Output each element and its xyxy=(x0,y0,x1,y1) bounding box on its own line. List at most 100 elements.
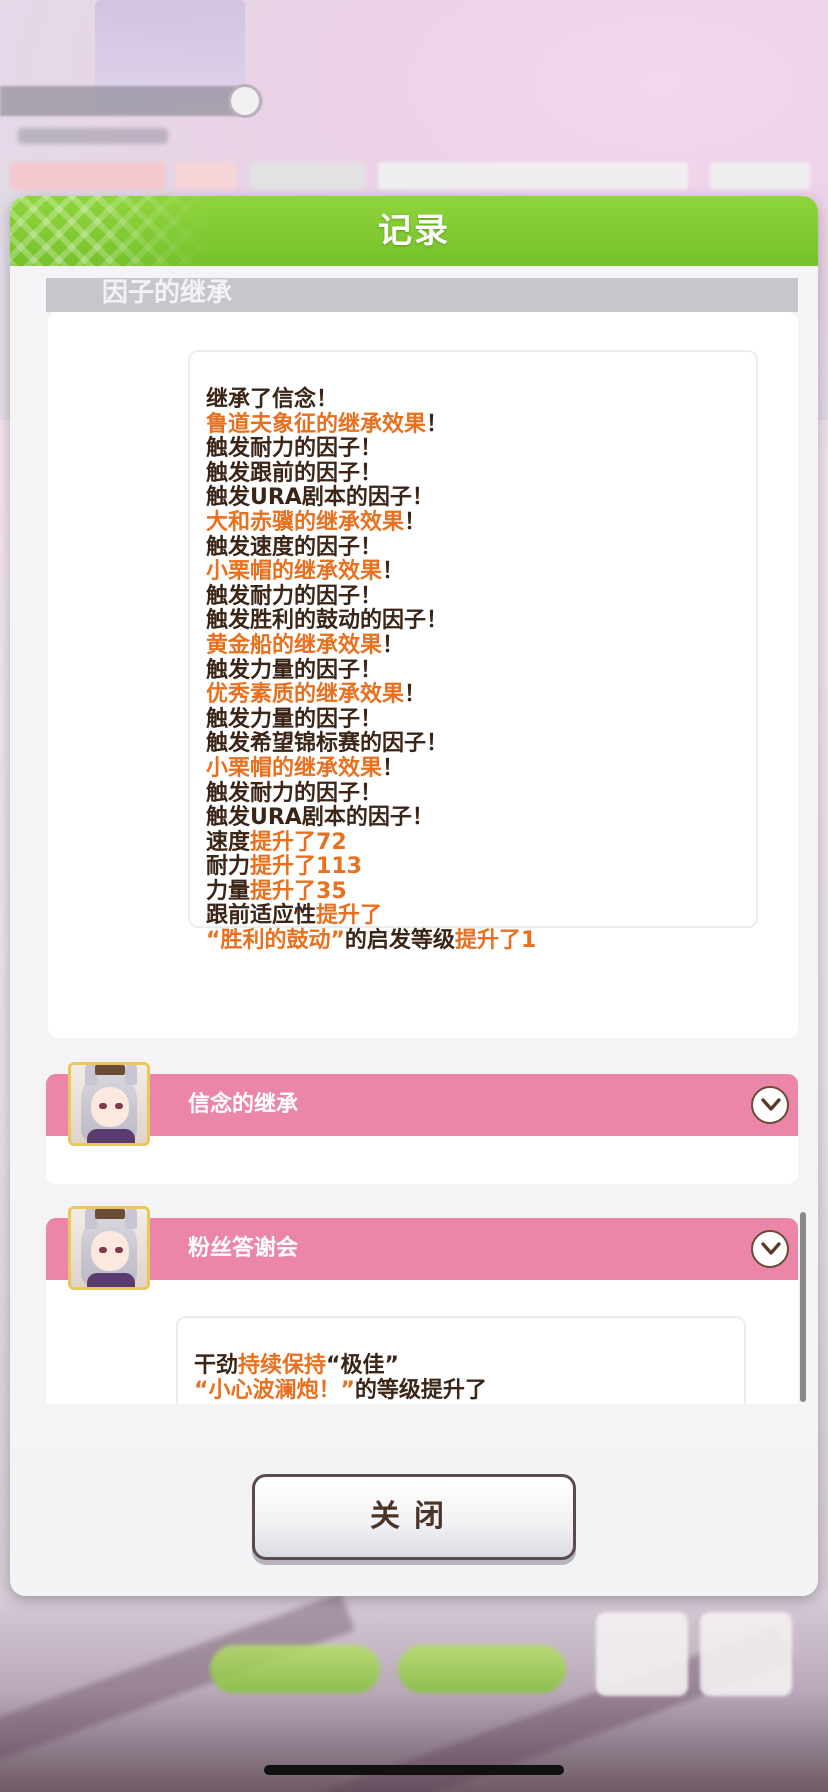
background-green-button xyxy=(398,1645,566,1693)
log-text: 触发耐力的因子！ xyxy=(206,583,383,609)
log-highlight-text: “小心波澜炮！” xyxy=(194,1377,355,1403)
close-button-label: 关闭 xyxy=(370,1499,458,1534)
log-text: ！ xyxy=(382,632,405,658)
section-header: 因子的继承 xyxy=(46,278,798,312)
log-text: 触发胜利的鼓动的因子！ xyxy=(206,608,449,634)
log-highlight-text: 优秀素质的继承效果 xyxy=(206,682,405,708)
character-avatar xyxy=(68,1206,150,1290)
log-highlight-text: 提升了1 xyxy=(454,928,537,954)
log-line: 触发耐力的因子！ xyxy=(206,780,536,807)
log-text: 触发希望锦标赛的因子！ xyxy=(206,731,449,757)
inheritance-log-box: 继承了信念！ 鲁道夫象征的继承效果！ 触发耐力的因子！ 触发跟前的因子！ 触发URA剧本… xyxy=(188,350,758,953)
background-chip xyxy=(250,162,365,190)
log-highlight-text: 大和赤骥的继承效果 xyxy=(206,509,405,535)
log-highlight-text: 提升了 xyxy=(316,903,383,929)
log-line: 触发URA剧本的因子！ xyxy=(206,486,536,511)
background-chip xyxy=(10,162,165,190)
log-line: 优秀素质的继承效果！ xyxy=(206,682,536,708)
home-indicator[interactable] xyxy=(264,1765,564,1775)
log-line: “胜利的鼓动”的启发等级提升了1 xyxy=(206,928,537,954)
log-line: 触发力量的因子！ xyxy=(206,706,536,733)
log-text: 触发力量的因子！ xyxy=(206,657,383,683)
log-line: 大和赤骥的继承效果！ xyxy=(206,509,536,536)
background-menu-button xyxy=(700,1612,792,1696)
log-text: 触发耐力的因子！ xyxy=(206,780,383,806)
record-scroll-area[interactable]: 因子的继承 继承了信念！ 鲁道夫象征的继承效果！ 触发耐力的因子！ 触发跟前的因子！触… xyxy=(36,278,798,1404)
log-highlight-text: 小栗帽的继承效果 xyxy=(206,755,383,781)
log-text: 触发力量的因子！ xyxy=(206,706,383,732)
log-text: 跟前适应性 xyxy=(206,903,317,929)
log-text: ！ xyxy=(426,411,449,437)
log-line: 速度提升了72 xyxy=(206,829,536,856)
log-line: 触发URA剧本的因子！ xyxy=(206,805,536,831)
log-line: 小栗帽的继承效果！ xyxy=(206,559,536,585)
scrollbar[interactable] xyxy=(800,1212,806,1404)
log-line: 触发耐力的因子！ xyxy=(206,436,536,462)
log-highlight-text: 黄金船的继承效果 xyxy=(206,632,383,658)
log-text: 触发跟前的因子！ xyxy=(206,460,383,486)
event-title: 信念的继承 xyxy=(188,1092,299,1117)
log-line: 干劲持续保持“极佳” xyxy=(194,1353,487,1379)
event-bar-fan-meeting[interactable]: 粉丝答谢会 xyxy=(46,1218,798,1280)
log-line: 触发胜利的鼓动的因子！ xyxy=(206,609,536,634)
log-line: 触发速度的因子！ xyxy=(206,534,536,561)
close-button-face[interactable]: 关闭 xyxy=(252,1474,576,1560)
log-text: 速度 xyxy=(206,829,251,855)
fan-event-log-box: 干劲持续保持“极佳” “小心波澜炮！”的等级提升了 xyxy=(176,1316,746,1404)
log-text: 触发耐力的因子！ xyxy=(206,436,383,462)
log-highlight-text: “胜利的鼓动” xyxy=(206,928,345,954)
log-line: 鲁道夫象征的继承效果！ xyxy=(206,411,536,438)
log-line: 力量提升了35 xyxy=(206,878,536,905)
log-text: 耐力 xyxy=(206,854,251,880)
log-text: “极佳” xyxy=(326,1353,399,1378)
event-title: 粉丝答谢会 xyxy=(188,1236,299,1261)
log-text: 触发URA剧本的因子！ xyxy=(206,805,434,831)
inheritance-card: 继承了信念！ 鲁道夫象征的继承效果！ 触发耐力的因子！ 触发跟前的因子！ 触发URA剧本… xyxy=(48,312,798,1038)
event-body xyxy=(46,1136,798,1184)
log-line: 触发力量的因子！ xyxy=(206,657,536,684)
background-chip xyxy=(378,162,688,190)
dialog-title: 记录 xyxy=(378,211,450,251)
log-text: 的启发等级 xyxy=(344,928,455,954)
log-text: ！ xyxy=(382,559,405,585)
background-green-button xyxy=(210,1645,380,1693)
background-subtitle xyxy=(18,128,168,144)
background-square-button xyxy=(596,1612,688,1696)
log-text: ！ xyxy=(382,755,405,781)
record-dialog: 记录 因子的继承 继承了信念！ 鲁道夫象征的继承效果！ 触发耐力的因子！ 触发跟前的因… xyxy=(10,196,818,1596)
log-highlight-text: 持续保持 xyxy=(238,1353,327,1378)
log-text: 力量 xyxy=(206,878,251,904)
chevron-down-icon[interactable] xyxy=(751,1086,789,1124)
log-line: 触发跟前的因子！ xyxy=(206,460,536,487)
scrollbar-thumb[interactable] xyxy=(800,1212,806,1402)
event-bar-belief[interactable]: 信念的继承 xyxy=(46,1074,798,1136)
log-line: 触发希望锦标赛的因子！ xyxy=(206,732,536,757)
log-highlight-text: 小栗帽的继承效果 xyxy=(206,559,383,585)
inheritance-log: 继承了信念！ 鲁道夫象征的继承效果！ 触发耐力的因子！ 触发跟前的因子！ 触发URA剧本… xyxy=(206,387,537,954)
log-text: 触发速度的因子！ xyxy=(206,534,383,560)
dialog-header: 记录 xyxy=(10,196,818,266)
character-avatar xyxy=(68,1062,150,1146)
background-chips xyxy=(10,162,820,192)
log-highlight-text: 提升了35 xyxy=(250,878,347,904)
log-line: 小栗帽的继承效果！ xyxy=(206,755,536,782)
log-text: ！ xyxy=(404,682,427,708)
log-line: “小心波澜炮！”的等级提升了 xyxy=(194,1377,487,1404)
background-chip xyxy=(710,162,810,190)
log-text: 的等级提升了 xyxy=(354,1377,487,1403)
event-body: 干劲持续保持“极佳” “小心波澜炮！”的等级提升了 xyxy=(46,1280,798,1404)
log-line: 耐力提升了113 xyxy=(206,854,536,880)
log-text: 继承了信念！ xyxy=(206,387,339,412)
background-name-bar xyxy=(0,86,262,116)
log-line: 触发耐力的因子！ xyxy=(206,583,536,610)
log-highlight-text: 鲁道夫象征的继承效果 xyxy=(206,411,427,437)
log-text: 干劲 xyxy=(194,1353,239,1378)
close-button[interactable]: 关闭 xyxy=(252,1474,576,1560)
log-text: 触发URA剧本的因子！ xyxy=(206,485,434,511)
background-name-icon xyxy=(228,84,262,118)
background-chip xyxy=(175,162,237,190)
chevron-down-icon[interactable] xyxy=(751,1230,789,1268)
log-highlight-text: 提升了113 xyxy=(250,854,362,880)
section-header-label: 因子的继承 xyxy=(102,278,233,308)
log-line: 黄金船的继承效果！ xyxy=(206,632,536,659)
